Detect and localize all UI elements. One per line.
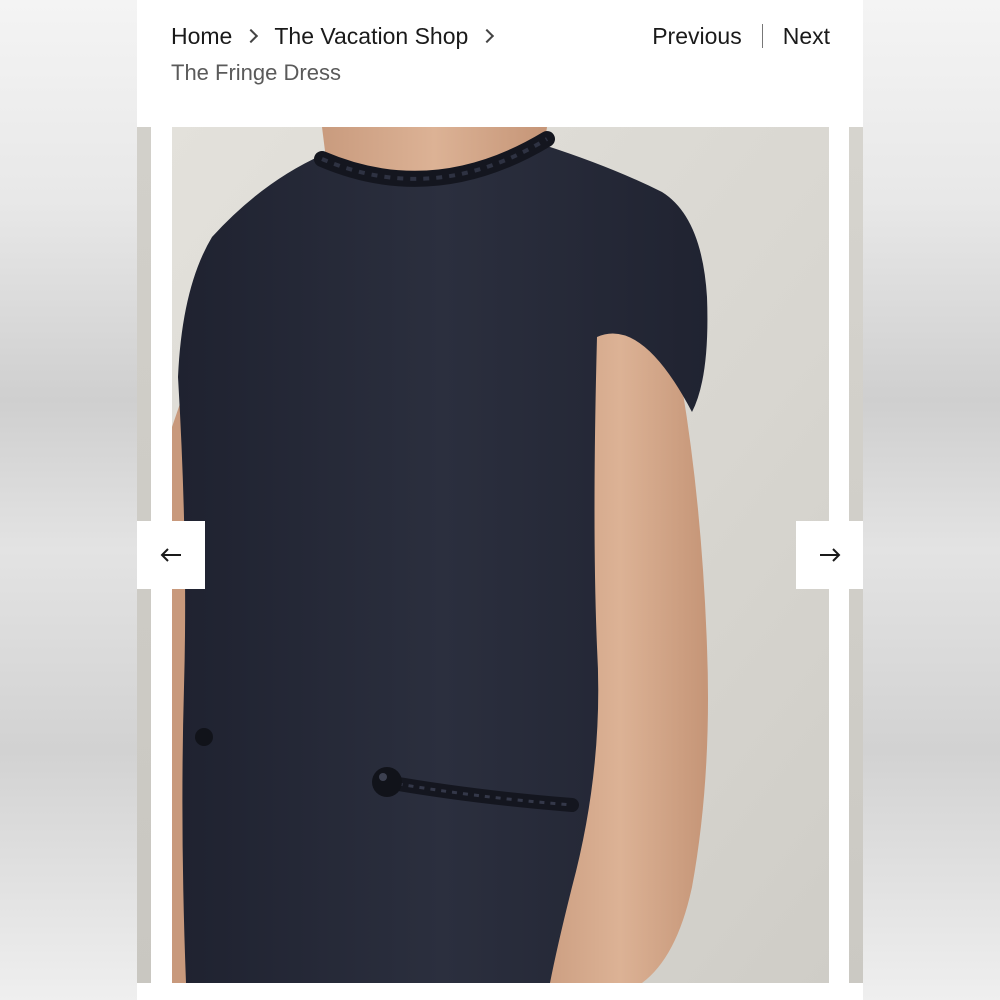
chevron-right-icon [480,28,495,44]
chevron-right-icon [244,28,259,44]
arrow-right-icon [820,548,841,562]
next-product-link[interactable]: Next [783,23,830,50]
breadcrumb-current: The Fringe Dress [171,60,341,85]
product-image-gallery [137,127,863,983]
pager-divider [761,24,763,48]
previous-product-link[interactable]: Previous [652,23,741,50]
product-pager: Previous Next [652,20,830,52]
breadcrumb-home-link[interactable]: Home [171,23,232,50]
blurred-backdrop-right [863,0,1000,1000]
product-page: Home The Vacation Shop The Fringe Dress … [137,0,863,1000]
breadcrumb-category-link[interactable]: The Vacation Shop [274,23,468,50]
next-image-button[interactable] [796,521,863,589]
breadcrumb: Home The Vacation Shop [171,20,510,52]
previous-image-button[interactable] [137,521,205,589]
arrow-left-icon [160,548,181,562]
product-image [172,127,829,983]
blurred-backdrop-left [0,0,137,1000]
